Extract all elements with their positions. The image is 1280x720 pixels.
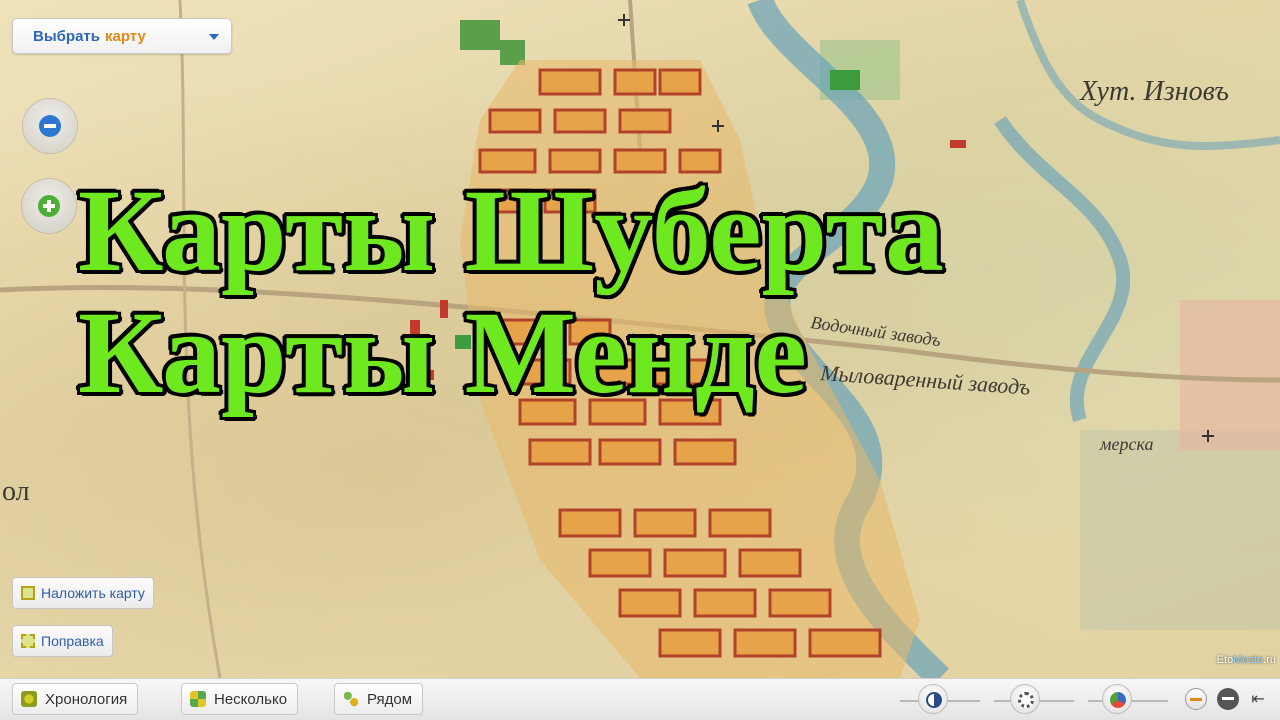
correction-label: Поправка: [41, 633, 104, 649]
overlay-title: Карты Шуберта Карты Менде: [0, 170, 1280, 414]
zoom-out-button[interactable]: [23, 99, 77, 153]
overlay-map-button[interactable]: Наложить карту: [12, 577, 154, 609]
title-line-1: Карты Шуберта: [78, 165, 944, 296]
several-label: Несколько: [214, 690, 288, 708]
back-arrow-icon[interactable]: ⇤: [1247, 688, 1269, 710]
opacity-minus-icon[interactable]: [1217, 688, 1239, 710]
color-icon: [1110, 692, 1126, 708]
map-select-accent: карту: [104, 27, 146, 45]
chevron-down-icon: [209, 34, 219, 40]
chronology-icon: [21, 691, 37, 707]
map-select-label: Выбрать: [33, 27, 100, 45]
watermark-suffix: .ru: [1263, 654, 1276, 666]
watermark-prefix: Eto: [1216, 654, 1234, 666]
map-select-dropdown[interactable]: Выбрать карту: [12, 18, 232, 54]
nearby-label: Рядом: [367, 690, 413, 708]
opacity-down-icon[interactable]: [1185, 688, 1207, 710]
brightness-slider-knob[interactable]: [1010, 684, 1040, 714]
overlay-map-label: Наложить карту: [41, 585, 145, 601]
map-label-khutor: Хут. Изновъ: [1079, 76, 1229, 107]
brightness-icon: [1018, 692, 1034, 708]
nearby-icon: [343, 691, 359, 707]
correction-icon: [21, 634, 35, 648]
svg-text:мерска: мерска: [1099, 434, 1153, 454]
overlay-icon: [21, 586, 35, 600]
several-button[interactable]: Несколько: [181, 683, 299, 715]
several-icon: [190, 691, 206, 707]
watermark-mid: Mesto: [1233, 654, 1264, 666]
title-line-2: Карты Менде: [78, 287, 807, 418]
bottom-toolbar: Хронология Несколько Рядом ⇤: [0, 678, 1280, 720]
color-slider-knob[interactable]: [1102, 684, 1132, 714]
svg-text:ол: ол: [2, 476, 30, 507]
contrast-icon: [926, 692, 942, 708]
nearby-button[interactable]: Рядом: [334, 683, 424, 715]
correction-button[interactable]: Поправка: [12, 625, 113, 657]
watermark: EtoMesto.ru: [1217, 654, 1276, 666]
chronology-label: Хронология: [45, 690, 128, 708]
chronology-button[interactable]: Хронология: [12, 683, 139, 715]
zoom-out-icon: [39, 115, 61, 137]
contrast-slider-knob[interactable]: [918, 684, 948, 714]
